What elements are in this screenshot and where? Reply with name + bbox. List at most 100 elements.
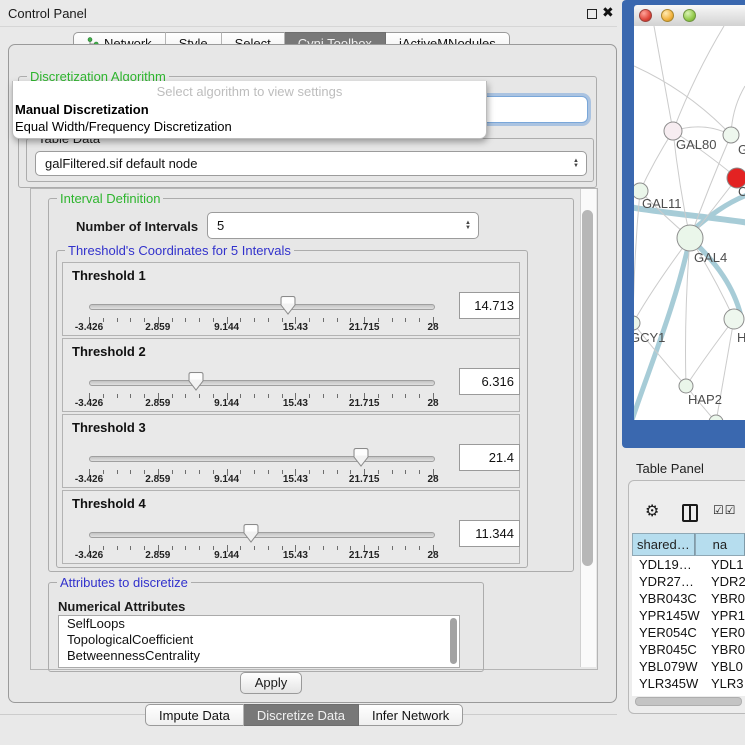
table-row[interactable]: YBR043CYBR0	[632, 590, 745, 607]
threshold-slider[interactable]: -3.4262.8599.14415.4321.71528	[63, 339, 519, 411]
gear-icon[interactable]: ⚙	[645, 501, 659, 521]
table-data-selected: galFiltered.sif default node	[36, 156, 569, 171]
slider-tick-labels: -3.4262.8599.14415.4321.71528	[89, 398, 433, 410]
list-scrollbar-thumb[interactable]	[450, 618, 457, 664]
numerical-attributes-list[interactable]: SelfLoopsTopologicalCoefficientBetweenne…	[58, 615, 460, 668]
screen: Control Panel ✖ NetworkStyleSelectCyni T…	[0, 0, 745, 745]
apply-button[interactable]: Apply	[240, 672, 302, 694]
dropdown-option-manual-discretization[interactable]: Manual Discretization	[13, 101, 486, 118]
ruler-tick-label: 2.859	[145, 474, 170, 485]
tab-infer-network[interactable]: Infer Network	[359, 704, 463, 726]
slider-thumb[interactable]	[280, 296, 296, 315]
cell-name: YPR1	[707, 607, 745, 624]
table-row[interactable]: YLR345WYLR3	[632, 675, 745, 692]
cell-shared-name: YBR043C	[632, 590, 707, 607]
threshold-value-input[interactable]: 14.713	[459, 292, 520, 319]
network-node[interactable]	[679, 379, 693, 393]
slider-tick-labels: -3.4262.8599.14415.4321.71528	[89, 474, 433, 486]
close-icon[interactable]: ✖	[602, 4, 614, 21]
network-node-label: C	[738, 184, 745, 199]
ruler-tick-label: 28	[427, 474, 438, 485]
tab-discretize-data[interactable]: Discretize Data	[244, 704, 359, 726]
slider-thumb[interactable]	[188, 372, 204, 391]
cell-name: YLR3	[707, 675, 745, 692]
table-data-combobox[interactable]: galFiltered.sif default node ▲▼	[35, 151, 587, 176]
ruler-tick-label: 2.859	[145, 550, 170, 561]
table-row[interactable]: YIL052CYIL0	[632, 692, 745, 696]
network-node[interactable]	[723, 127, 739, 143]
slider-thumb[interactable]	[353, 448, 369, 467]
network-node[interactable]	[634, 316, 640, 330]
slider-thumb[interactable]	[243, 524, 259, 543]
ruler-tick-label: 21.715	[349, 474, 380, 485]
cell-shared-name: YPR145W	[632, 607, 707, 624]
attributes-group-title: Attributes to discretize	[57, 575, 191, 590]
table-row[interactable]: YPR145WYPR1	[632, 607, 745, 624]
table-row[interactable]: YBL079WYBL0	[632, 658, 745, 675]
attribute-item-topologicalcoefficient[interactable]: TopologicalCoefficient	[59, 632, 459, 648]
cell-shared-name: YDR27…	[632, 573, 707, 590]
ruler-tick-label: 9.144	[214, 398, 239, 409]
network-node-label: GA	[738, 142, 745, 157]
dropdown-option-equal-width-frequency-discretization[interactable]: Equal Width/Frequency Discretization	[13, 118, 486, 135]
ruler-tick-label: 9.144	[214, 474, 239, 485]
threshold-panel: Threshold 3 -3.4262.8599.14415.4321.7152…	[62, 414, 520, 488]
threshold-slider[interactable]: -3.4262.8599.14415.4321.71528	[63, 491, 519, 563]
ruler-tick-label: 15.43	[283, 474, 308, 485]
column-header-name[interactable]: na	[695, 533, 745, 556]
control-panel-titlebar: Control Panel ✖	[0, 0, 617, 27]
threshold-panel: Threshold 2 -3.4262.8599.14415.4321.7152…	[62, 338, 520, 412]
cell-shared-name: YBL079W	[632, 658, 707, 675]
close-light-icon[interactable]	[639, 9, 652, 22]
threshold-slider[interactable]: -3.426 2.859 9.144 15.43 21.715 28	[63, 415, 519, 487]
network-canvas[interactable]: GAL80GAGAL11CGAL4GCY1HHAP2	[634, 26, 745, 420]
vertical-scrollbar-thumb[interactable]	[582, 210, 593, 566]
network-edge	[640, 131, 673, 191]
slider-tick-labels: -3.4262.8599.14415.4321.71528	[89, 550, 433, 562]
horizontal-scrollbar[interactable]	[633, 697, 743, 705]
slider-track[interactable]	[89, 456, 435, 462]
table-data-group: Table Data galFiltered.sif default node …	[26, 138, 594, 182]
table-row[interactable]: YBR045CYBR0	[632, 641, 745, 658]
network-node[interactable]	[724, 309, 744, 329]
table-row[interactable]: YDL19…YDL1	[632, 556, 745, 573]
panel-title: Control Panel	[8, 6, 87, 21]
threshold-panel: Threshold 4 -3.4262.8599.14415.4321.7152…	[62, 490, 520, 564]
table-row[interactable]: YER054CYER0	[632, 624, 745, 641]
slider-track[interactable]	[89, 304, 435, 310]
numerical-attributes-label: Numerical Attributes	[58, 599, 185, 614]
network-edge	[673, 26, 724, 131]
table-header-row: shared…na	[632, 533, 745, 556]
float-icon[interactable]	[587, 9, 597, 19]
horizontal-scrollbar-thumb[interactable]	[635, 697, 742, 706]
zoom-light-icon[interactable]	[683, 9, 696, 22]
columns-icon[interactable]	[682, 504, 698, 522]
slider-track[interactable]	[89, 380, 435, 386]
slider-track[interactable]	[89, 532, 435, 538]
network-edge	[634, 66, 731, 135]
stepper-arrows-icon: ▲▼	[569, 159, 583, 169]
threshold-panel: Threshold 1 -3.4262.8599.14415.4321.7152…	[62, 262, 520, 336]
minimize-light-icon[interactable]	[661, 9, 674, 22]
tab-impute-data[interactable]: Impute Data	[145, 704, 244, 726]
ruler-tick-label: -3.426	[75, 322, 103, 333]
ruler-tick-label: 28	[427, 398, 438, 409]
checkbox-icons[interactable]: ☑☑	[713, 503, 737, 517]
number-of-intervals-combobox[interactable]: 5 ▲▼	[207, 212, 479, 239]
threshold-value-input[interactable]: 21.4	[459, 444, 520, 471]
ruler-tick-label: 28	[427, 322, 438, 333]
ruler-tick-label: -3.426	[75, 474, 103, 485]
threshold-slider[interactable]: -3.4262.8599.14415.4321.71528	[63, 263, 519, 335]
column-header-shared-name[interactable]: shared…	[632, 533, 695, 556]
attribute-item-betweennesscentrality[interactable]: BetweennessCentrality	[59, 648, 459, 664]
threshold-value-input[interactable]: 11.344	[459, 520, 520, 547]
network-window-titlebar[interactable]	[634, 5, 745, 27]
network-node[interactable]	[677, 225, 703, 251]
table-row[interactable]: YDR27…YDR2	[632, 573, 745, 590]
threshold-value-input[interactable]: 6.316	[459, 368, 520, 395]
ruler-tick-label: 2.859	[145, 398, 170, 409]
cell-name: YIL0	[707, 692, 745, 696]
cell-shared-name: YDL19…	[632, 556, 707, 573]
attribute-item-selfloops[interactable]: SelfLoops	[59, 616, 459, 632]
network-edge	[686, 319, 734, 386]
